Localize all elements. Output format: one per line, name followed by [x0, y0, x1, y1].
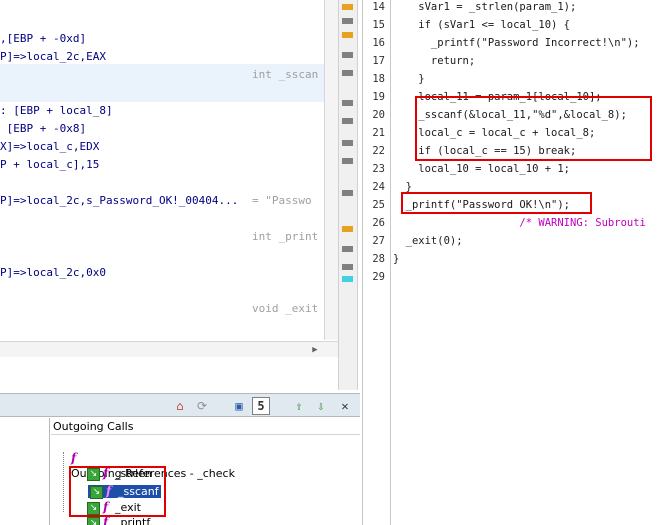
line-number: 26 [372, 217, 385, 229]
line-number: 24 [372, 181, 385, 193]
close-icon[interactable]: ✕ [336, 397, 354, 415]
listing-comment-exit: void _exit [252, 302, 319, 315]
tree-connector [63, 452, 64, 512]
line-number: 19 [372, 91, 385, 103]
call-item-label: _printf [115, 516, 151, 525]
listing-row[interactable]: X]=>local_c,EDX [0, 138, 324, 156]
line-number: 22 [372, 145, 385, 157]
home-icon[interactable]: ⌂ [172, 397, 188, 415]
listing-row[interactable]: ,[EBP + -0xd] [0, 30, 324, 48]
refresh-icon[interactable]: ⟳ [194, 397, 210, 415]
listing-row[interactable]: [EBP + -0x8] [0, 120, 324, 138]
code-line-comment[interactable]: /* WARNING: Subrouti [393, 214, 645, 232]
code-line[interactable]: } [393, 70, 424, 88]
overview-marker [342, 226, 353, 232]
line-number: 15 [372, 19, 385, 31]
snapshot-icon[interactable]: ▣ [230, 397, 248, 415]
code-line[interactable]: if (sVar1 <= local_10) { [393, 16, 570, 34]
depth-count[interactable]: 5 [252, 397, 270, 415]
line-number: 25 [372, 199, 385, 211]
line-number: 28 [372, 253, 385, 265]
listing-row[interactable]: P]=>local_2c,0x0 [0, 264, 324, 282]
line-number: 18 [372, 73, 385, 85]
scroll-right-icon[interactable]: ▶ [308, 344, 322, 356]
line-number: 23 [372, 163, 385, 175]
overview-marker [342, 4, 353, 10]
code-line[interactable]: } [393, 250, 399, 268]
listing-comment-sscanf: int _sscan [252, 68, 319, 81]
listing-row[interactable]: : [EBP + local_8] [0, 102, 324, 120]
annotation-box-sscanf-loop [415, 96, 652, 161]
overview-marker [342, 70, 353, 76]
filter-icon[interactable]: ⇩ [312, 397, 330, 415]
listing-comment-printf: int _print [252, 230, 319, 243]
calls-toolbar: ⌂ ⟳ ▣ 5 ⇧ ⇩ ✕ [0, 393, 360, 417]
line-number: 16 [372, 37, 385, 49]
overview-marker [342, 18, 353, 24]
function-icon: f [103, 515, 109, 525]
listing-pane[interactable]: ,[EBP + -0xd] P]=>local_2c,EAX int _ssca… [0, 0, 338, 357]
incoming-calls-panel[interactable] [0, 418, 50, 525]
listing-row[interactable]: P]=>local_2c,EAX [0, 48, 324, 66]
listing-vertical-scrollbar[interactable] [324, 0, 338, 340]
code-line[interactable]: local_10 = local_10 + 1; [393, 160, 570, 178]
line-number: 27 [372, 235, 385, 247]
code-line[interactable]: sVar1 = _strlen(param_1); [393, 0, 576, 16]
annotation-box-printf-ok [401, 192, 592, 214]
outgoing-calls-panel[interactable]: Outgoing Calls f Outgoing References - _… [51, 418, 360, 525]
line-number: 20 [372, 109, 385, 121]
overview-marker [342, 190, 353, 196]
overview-marker [342, 32, 353, 38]
overview-marker [342, 52, 353, 58]
overview-marker [342, 140, 353, 146]
line-number: 14 [372, 1, 385, 13]
overview-marker-cursor [342, 276, 353, 282]
code-line[interactable]: _printf("Password Incorrect!\n"); [393, 34, 640, 52]
line-number: 17 [372, 55, 385, 67]
call-item-printf[interactable]: ↘ f _printf [73, 500, 150, 525]
line-number-gutter: 14 15 16 17 18 19 20 21 22 23 24 25 26 2… [363, 0, 391, 525]
call-arrow-icon: ↘ [87, 516, 100, 525]
overview-bar[interactable] [338, 0, 358, 390]
overview-marker [342, 118, 353, 124]
overview-marker [342, 100, 353, 106]
navigate-icon[interactable]: ⇧ [290, 397, 308, 415]
overview-marker [342, 264, 353, 270]
line-number: 21 [372, 127, 385, 139]
decompiler-pane[interactable]: 14 15 16 17 18 19 20 21 22 23 24 25 26 2… [362, 0, 667, 525]
listing-row[interactable]: P + local_c],15 [0, 156, 324, 174]
listing-comment-password: = "Passwo [252, 194, 312, 207]
overview-marker [342, 158, 353, 164]
outgoing-calls-header: Outgoing Calls [51, 418, 360, 435]
overview-marker [342, 246, 353, 252]
listing-horizontal-scrollbar[interactable]: ▶ [0, 341, 338, 357]
code-line[interactable]: return; [393, 52, 475, 70]
code-line[interactable]: _exit(0); [393, 232, 463, 250]
line-number: 29 [372, 271, 385, 283]
